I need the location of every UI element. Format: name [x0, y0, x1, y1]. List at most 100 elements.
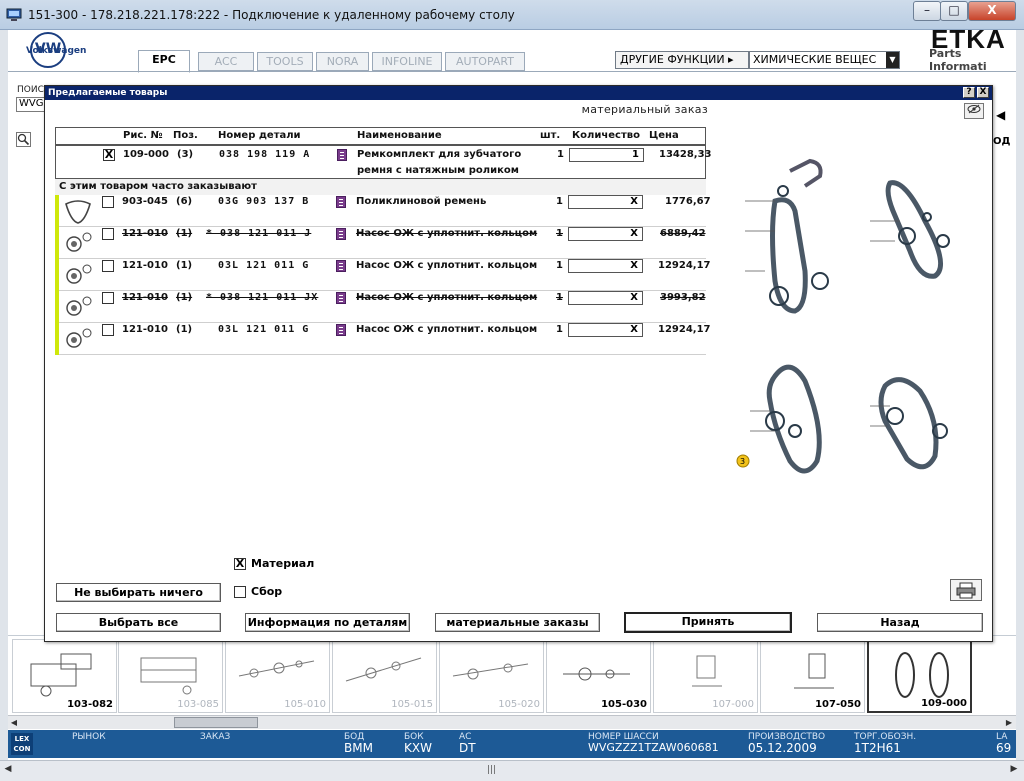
eye-icon[interactable] — [964, 103, 984, 119]
thumbnail[interactable]: 105-020 — [439, 639, 544, 713]
document-icon[interactable] — [336, 260, 346, 272]
quantity-input[interactable]: X — [568, 291, 643, 305]
thumbnail-label: 105-030 — [601, 699, 647, 710]
col-qty: Количество — [572, 130, 640, 141]
window-title: 151-300 - 178.218.221.178:222 - Подключе… — [28, 8, 515, 22]
ac-value: DT — [459, 741, 476, 755]
thumbnail-label: 105-010 — [284, 699, 326, 710]
rdp-title-bar: 151-300 - 178.218.221.178:222 - Подключе… — [0, 0, 1024, 30]
tab-nora[interactable]: NORA — [316, 52, 369, 71]
col-pcs: шт. — [540, 130, 561, 141]
availability-stripe — [55, 323, 59, 355]
other-functions-label[interactable]: ДРУГИЕ ФУНКЦИИ ▸ — [615, 51, 749, 69]
arrow-left-icon[interactable]: ◀ — [996, 108, 1010, 122]
thumbnail[interactable]: 105-010 — [225, 639, 330, 713]
item-checkbox[interactable]: X — [103, 149, 115, 161]
item-checkbox[interactable] — [102, 324, 114, 336]
item-fig: 903-045 — [122, 196, 168, 207]
scroll-right-icon[interactable]: ▶ — [1008, 764, 1020, 774]
col-fig: Рис. № — [123, 130, 163, 141]
item-checkbox[interactable] — [102, 292, 114, 304]
material-orders-button[interactable]: материальные заказы — [435, 613, 600, 632]
item-pcs: 1 — [556, 196, 563, 207]
tab-infoline[interactable]: INFOLINE — [372, 52, 442, 71]
thumbnail[interactable]: 105-015 — [332, 639, 437, 713]
document-icon[interactable] — [336, 324, 346, 336]
scroll-left-icon[interactable]: ◀ — [8, 716, 20, 729]
item-fig: 109-000 — [123, 149, 169, 160]
minimize-button[interactable]: – — [913, 1, 941, 21]
timing-belt-icon — [895, 652, 949, 698]
horizontal-scrollbar[interactable]: ◀ ▶ — [8, 715, 1016, 729]
help-button[interactable]: ? — [963, 87, 975, 98]
scroll-left-icon[interactable]: ◀ — [2, 764, 14, 774]
thumbnail-label: 103-082 — [67, 699, 113, 710]
thumbnail-label: 105-020 — [498, 699, 540, 710]
quantity-input[interactable]: 1 — [569, 148, 644, 162]
item-name: Насос ОЖ с уплотнит. кольцом — [356, 324, 538, 335]
quantity-input[interactable]: X — [568, 259, 643, 273]
thumbnail[interactable]: 107-050 — [760, 639, 865, 713]
item-checkbox[interactable] — [102, 196, 114, 208]
tab-epc[interactable]: EPC — [138, 50, 190, 73]
quantity-input[interactable]: X — [568, 227, 643, 241]
back-button[interactable]: Назад — [817, 613, 983, 632]
zoom-icon[interactable] — [16, 132, 31, 147]
item-part-number: 03L 121 011 G — [218, 260, 310, 271]
thumbnail[interactable]: 105-030 — [546, 639, 651, 713]
scrollbar-thumb[interactable] — [174, 717, 258, 728]
document-icon[interactable] — [336, 196, 346, 208]
item-name: Насос ОЖ с уплотнит. кольцом — [356, 228, 538, 239]
thumbnail-label: 103-085 — [177, 699, 219, 710]
item-checkbox[interactable] — [102, 260, 114, 272]
pump-icon — [66, 296, 92, 316]
print-icon[interactable] — [950, 579, 982, 601]
col-part: Номер детали — [218, 130, 301, 141]
la-value: 69 — [996, 741, 1012, 755]
quantity-input[interactable]: X — [568, 323, 643, 337]
etka-subtitle: Parts Informati — [929, 47, 987, 73]
select-all-button[interactable]: Выбрать все — [56, 613, 221, 632]
availability-stripe — [55, 227, 59, 259]
thumbnail-selected[interactable]: 109-000 — [867, 639, 972, 713]
chevron-down-icon[interactable]: ▼ — [886, 52, 899, 68]
assembly-checkbox[interactable] — [234, 586, 246, 598]
item-name: Насос ОЖ с уплотнит. кольцом — [356, 260, 538, 271]
tab-autopart[interactable]: AUTOPART — [445, 52, 525, 71]
item-checkbox[interactable] — [102, 228, 114, 240]
part-info-button[interactable]: Информация по деталям — [245, 613, 410, 632]
item-pcs: 1 — [556, 324, 563, 335]
document-icon[interactable] — [336, 228, 346, 240]
other-functions-select[interactable]: ХИМИЧЕСКИЕ ВЕЩЕС ▼ — [749, 51, 900, 69]
assembly-checkbox-label: Сбор — [251, 585, 283, 598]
maximize-button[interactable]: □ — [940, 1, 968, 21]
other-functions-value: ХИМИЧЕСКИЕ ВЕЩЕС — [753, 53, 877, 66]
tab-acc[interactable]: ACC — [198, 52, 254, 71]
availability-stripe — [55, 259, 59, 291]
document-icon[interactable] — [336, 292, 346, 304]
order-label: ЗАКАЗ — [200, 732, 231, 742]
accept-button[interactable]: Принять — [624, 612, 792, 633]
dialog-close-button[interactable]: X — [977, 87, 989, 98]
thumbnail[interactable]: 107-000 — [653, 639, 758, 713]
item-price: 13428,33 — [659, 149, 712, 160]
rdp-horizontal-scrollbar[interactable]: ◀ ||| ▶ — [0, 760, 1024, 781]
item-pos: (1) — [176, 324, 193, 335]
scroll-grip-icon[interactable]: ||| — [487, 765, 496, 775]
engine-parts-icon — [794, 653, 834, 689]
scroll-right-icon[interactable]: ▶ — [1003, 716, 1015, 729]
engine-parts-icon — [30, 653, 92, 697]
tab-tools[interactable]: TOOLS — [257, 52, 313, 71]
grid-header: Рис. № Поз. Номер детали Наименование шт… — [55, 127, 706, 145]
material-checkbox[interactable]: X — [234, 558, 246, 570]
document-icon[interactable] — [337, 149, 347, 161]
item-name: Насос ОЖ с уплотнит. кольцом — [356, 292, 538, 303]
thumbnail[interactable]: 103-085 — [118, 639, 223, 713]
thumbnail-label: 109-000 — [921, 698, 967, 709]
close-button[interactable]: X — [968, 1, 1016, 21]
brand-name: Volkswagen — [26, 46, 87, 56]
thumbnail[interactable]: 103-082 — [12, 639, 117, 713]
quantity-input[interactable]: X — [568, 195, 643, 209]
market-label: РЫНОК — [72, 732, 106, 742]
select-none-button[interactable]: Не выбирать ничего — [56, 583, 221, 602]
